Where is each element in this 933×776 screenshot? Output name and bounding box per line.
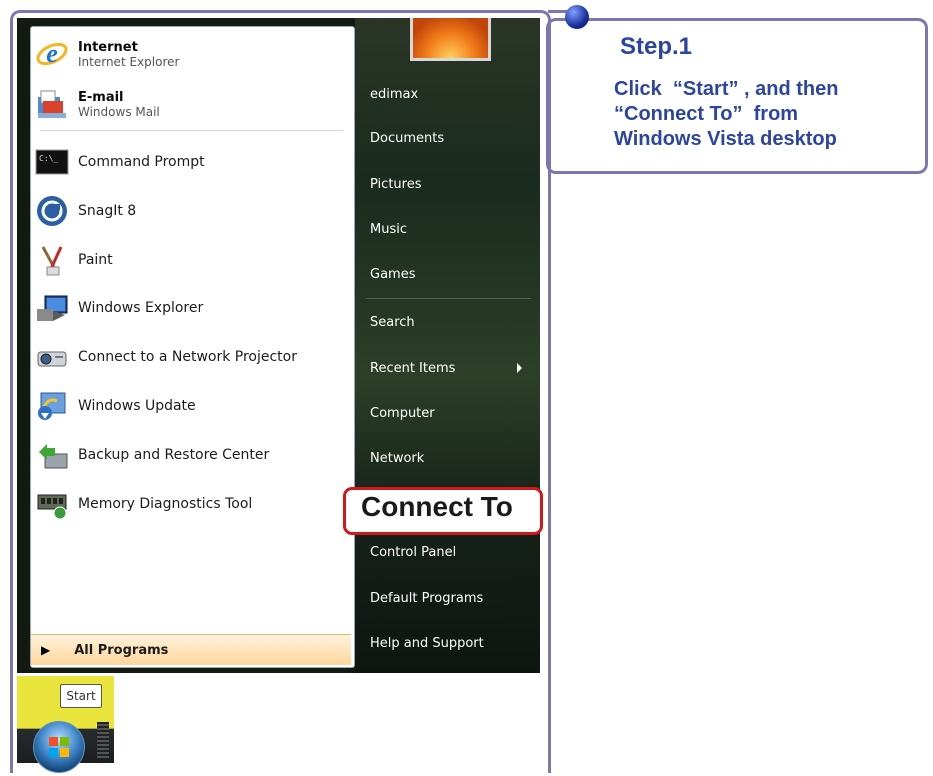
- right-item-user[interactable]: edimax: [370, 87, 418, 102]
- recent-item-paint[interactable]: Paint: [34, 240, 113, 280]
- start-tooltip: Start: [60, 684, 102, 708]
- cmd-icon: C:\_: [34, 144, 70, 180]
- update-icon: [34, 388, 70, 424]
- svg-text:e: e: [46, 39, 58, 68]
- right-item-default-programs[interactable]: Default Programs: [370, 591, 483, 606]
- user-picture[interactable]: [410, 18, 491, 61]
- start-button[interactable]: [33, 721, 85, 773]
- pinned-email-subtitle: Windows Mail: [78, 104, 160, 119]
- ie-icon: e: [34, 36, 70, 72]
- right-item-connect-to[interactable]: Connect To: [361, 491, 513, 523]
- pinned-internet-subtitle: Internet Explorer: [78, 54, 180, 69]
- recent-item-label: SnagIt 8: [78, 203, 137, 219]
- recent-item-snagit[interactable]: SnagIt 8: [34, 191, 136, 231]
- step-instructions: Click “Start” , and then “Connect To” fr…: [614, 77, 914, 152]
- snagit-icon: [34, 193, 70, 229]
- paint-icon: [34, 242, 70, 278]
- right-item-control-panel[interactable]: Control Panel: [370, 545, 456, 560]
- right-item-music[interactable]: Music: [370, 222, 407, 237]
- recent-item-memory-diagnostics[interactable]: Memory Diagnostics Tool: [34, 484, 252, 524]
- recent-item-label: Command Prompt: [78, 154, 205, 170]
- taskbar-grip[interactable]: [97, 722, 109, 758]
- step-title: Step.1: [620, 33, 693, 60]
- mail-icon: [34, 86, 70, 122]
- recent-item-windows-explorer[interactable]: Windows Explorer: [34, 288, 203, 328]
- right-item-recent-items[interactable]: Recent Items: [370, 361, 455, 376]
- pinned-internet[interactable]: e Internet Internet Explorer: [34, 34, 179, 74]
- right-item-help-support[interactable]: Help and Support: [370, 636, 484, 651]
- pinned-email-title: E-mail: [78, 89, 124, 105]
- pinned-separator: [40, 130, 343, 131]
- step-line-1: Click “Start” , and then: [614, 78, 839, 100]
- recent-item-label: Windows Update: [78, 398, 196, 414]
- recent-item-windows-update[interactable]: Windows Update: [34, 386, 196, 426]
- recent-item-backup-restore[interactable]: Backup and Restore Center: [34, 435, 269, 475]
- recent-item-label: Backup and Restore Center: [78, 447, 270, 463]
- explorer-icon: [34, 290, 70, 326]
- right-item-pictures[interactable]: Pictures: [370, 177, 421, 192]
- recent-item-label: Connect to a Network Projector: [78, 349, 297, 365]
- start-menu-right-pane: [355, 18, 540, 673]
- step-line-2: “Connect To” from: [614, 103, 799, 125]
- right-item-search[interactable]: Search: [370, 315, 415, 330]
- projector-icon: [34, 339, 70, 375]
- svg-text:C:\_: C:\_: [39, 154, 58, 163]
- right-item-games[interactable]: Games: [370, 267, 415, 282]
- pinned-internet-title: Internet: [78, 39, 138, 55]
- pinned-email[interactable]: E-mail Windows Mail: [34, 84, 160, 124]
- callout-dot-icon: [565, 5, 589, 29]
- right-separator: [366, 298, 531, 299]
- step-line-3: Windows Vista desktop: [614, 128, 837, 150]
- right-item-computer[interactable]: Computer: [370, 406, 435, 421]
- chevron-right-icon: ▶: [41, 643, 51, 657]
- recent-item-label: Windows Explorer: [78, 300, 204, 316]
- recent-item-command-prompt[interactable]: C:\_ Command Prompt: [34, 142, 205, 182]
- windows-logo-icon: [49, 737, 69, 757]
- backup-icon: [34, 437, 70, 473]
- recent-item-network-projector[interactable]: Connect to a Network Projector: [34, 337, 297, 377]
- all-programs-label: All Programs: [74, 642, 169, 658]
- right-item-network[interactable]: Network: [370, 451, 424, 466]
- all-programs-button[interactable]: ▶ All Programs: [31, 634, 351, 665]
- recent-item-label: Paint: [78, 252, 113, 268]
- right-item-documents[interactable]: Documents: [370, 131, 444, 146]
- recent-item-label: Memory Diagnostics Tool: [78, 496, 253, 512]
- memory-icon: [34, 486, 70, 522]
- submenu-arrow-icon: [517, 363, 522, 373]
